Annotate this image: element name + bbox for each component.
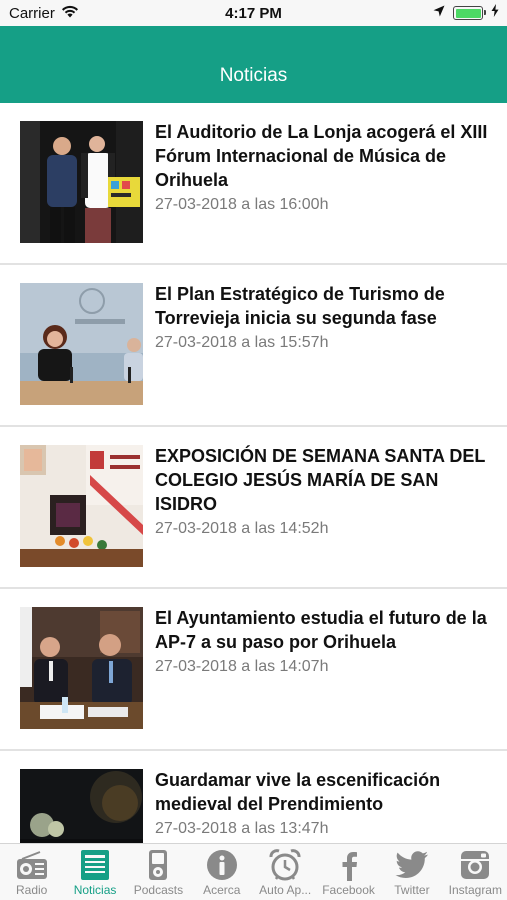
tab-label: Radio (16, 883, 48, 897)
tab-label: Podcasts (133, 883, 184, 897)
battery-icon (453, 6, 486, 20)
news-title: EXPOSICIÓN DE SEMANA SANTA DEL COLEGIO J… (155, 446, 486, 514)
status-right (433, 4, 499, 22)
tab-bar: Radio Noticias Podcasts Acerca Auto Ap..… (0, 843, 507, 900)
facebook-icon (332, 848, 366, 882)
tab-facebook[interactable]: Facebook (317, 844, 380, 900)
navigation-bar: Noticias (0, 26, 507, 103)
tab-label: Facebook (322, 883, 375, 897)
tab-instagram[interactable]: Instagram (444, 844, 507, 900)
news-date: 27-03-2018 a las 14:52h (155, 520, 329, 537)
alarm-clock-icon (268, 848, 302, 882)
news-thumbnail (20, 283, 143, 405)
page-title: Noticias (219, 65, 288, 86)
tab-noticias[interactable]: Noticias (63, 844, 126, 900)
ipod-icon (141, 848, 175, 882)
news-title: El Auditorio de La Lonja acogerá el XIII… (155, 122, 488, 190)
tab-acerca[interactable]: Acerca (190, 844, 253, 900)
news-title: El Plan Estratégico de Turismo de Torrev… (155, 284, 445, 328)
status-bar: Carrier 4:17 PM (0, 0, 507, 26)
news-thumbnail (20, 121, 143, 243)
news-thumbnail (20, 445, 143, 567)
news-date: 27-03-2018 a las 15:57h (155, 334, 329, 351)
news-date: 27-03-2018 a las 13:47h (155, 820, 329, 837)
news-thumbnail (20, 607, 143, 729)
news-item[interactable]: El Plan Estratégico de Turismo de Torrev… (0, 265, 507, 427)
news-title: Guardamar vive la escenificación medieva… (155, 770, 441, 814)
tab-podcasts[interactable]: Podcasts (127, 844, 190, 900)
news-title: El Ayuntamiento estudia el futuro de la … (155, 608, 487, 652)
tab-label: Twitter (394, 883, 430, 897)
charging-bolt-icon (491, 4, 499, 22)
tab-label: Noticias (73, 883, 117, 897)
instagram-icon (458, 848, 492, 882)
tab-label: Acerca (203, 883, 241, 897)
tab-label: Instagram (448, 883, 502, 897)
news-item[interactable]: El Auditorio de La Lonja acogerá el XIII… (0, 103, 507, 265)
news-list[interactable]: El Auditorio de La Lonja acogerá el XIII… (0, 103, 507, 843)
status-time: 4:17 PM (225, 5, 282, 22)
tab-radio[interactable]: Radio (0, 844, 63, 900)
news-date: 27-03-2018 a las 14:07h (155, 658, 329, 675)
news-item[interactable]: El Ayuntamiento estudia el futuro de la … (0, 589, 507, 751)
tab-auto-apagado[interactable]: Auto Ap... (254, 844, 317, 900)
radio-icon (15, 848, 49, 882)
news-item[interactable]: Guardamar vive la escenificación medieva… (0, 751, 507, 843)
news-item[interactable]: EXPOSICIÓN DE SEMANA SANTA DEL COLEGIO J… (0, 427, 507, 589)
tab-twitter[interactable]: Twitter (380, 844, 443, 900)
twitter-icon (395, 848, 429, 882)
info-icon (205, 848, 239, 882)
location-arrow-icon (433, 4, 445, 22)
news-date: 27-03-2018 a las 16:00h (155, 196, 329, 213)
newspaper-icon (78, 848, 112, 882)
tab-label: Auto Ap... (259, 883, 312, 897)
news-thumbnail (20, 769, 143, 843)
